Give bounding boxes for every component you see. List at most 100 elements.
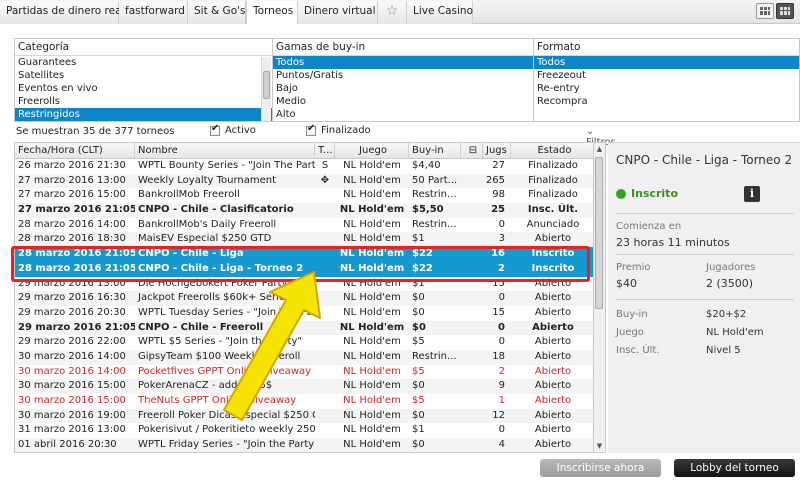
filter-header: Formato <box>534 39 799 56</box>
table-row[interactable]: 29 marzo 2016 13:00 Die Hochgebokert Poke… <box>15 277 593 292</box>
cell-buyin: $22 <box>412 248 433 260</box>
col-label: Jugs <box>486 145 507 156</box>
activo-checkbox[interactable]: Activo <box>210 123 256 136</box>
table-row[interactable]: 30 marzo 2016 19:00 Freeroll Poker Dicas … <box>15 408 593 424</box>
filter-option[interactable]: Medio <box>273 95 533 108</box>
col-fecha[interactable]: Fecha/Hora (CLT) <box>15 143 135 159</box>
table-scrollbar[interactable]: ▲ ▼ <box>594 142 606 453</box>
filter-option[interactable]: Eventos en vivo <box>15 82 272 95</box>
cell-juego: NL Hold'em <box>343 350 401 362</box>
col-estado[interactable]: Estado <box>511 143 593 159</box>
table-row[interactable]: 28 marzo 2016 14:00 BankrollMob's Daily F… <box>15 218 593 233</box>
table-row[interactable]: 30 marzo 2016 15:00 TheNuts GPPT Online G… <box>15 394 593 409</box>
filter-option[interactable]: Satellites <box>15 69 272 82</box>
filter-scrollbar[interactable] <box>261 57 271 121</box>
filter-panels: Categoría Guarantees Satellites Eventos … <box>14 38 800 122</box>
filter-option[interactable]: Freezeout <box>534 69 799 82</box>
cell-juego: NL Hold'em <box>339 204 405 216</box>
table-row[interactable]: 28 marzo 2016 21:05 CNPO - Chile - Liga NL… <box>15 247 593 262</box>
filter-option[interactable]: Puntos/Gratis <box>273 69 533 82</box>
filter-option-selected[interactable]: Todos <box>273 56 533 69</box>
cell-fecha: 29 marzo 2016 16:30 <box>18 292 126 304</box>
scroll-thumb[interactable] <box>263 71 270 99</box>
cell-estado: Abierto <box>534 380 572 392</box>
cell-jugs: 18 <box>492 350 505 362</box>
table-row[interactable]: 31 marzo 2016 13:00 Pokerisivut / Pokerit… <box>15 423 593 438</box>
table-row[interactable]: 01 abril 2016 20:30 WPTL Friday Series - … <box>15 438 593 452</box>
juego-label: Juego <box>616 327 644 338</box>
cell-juego: NL Hold'em <box>343 439 401 451</box>
cell-fecha: 29 marzo 2016 21:05 <box>18 321 135 333</box>
tab-dinero-virtual[interactable]: Dinero virtual <box>298 1 378 24</box>
filter-option-selected[interactable]: Restringidos <box>15 108 272 121</box>
list-view-button[interactable] <box>776 3 794 19</box>
cell-nombre: Die Hochgebokert Poker Party <box>138 277 288 289</box>
cell-estado: Abierto <box>534 306 572 318</box>
info-icon[interactable]: i <box>744 186 760 202</box>
table-row[interactable]: 29 marzo 2016 20:30 WPTL Tuesday Series -… <box>15 306 593 321</box>
table-row[interactable]: 28 marzo 2016 18:30 MaisEV Especial $250 … <box>15 232 593 248</box>
filter-option-selected[interactable]: Todos <box>534 56 799 69</box>
filter-option[interactable]: Alto <box>273 108 533 121</box>
table-row[interactable]: 30 marzo 2016 15:00 PokerArenaCZ - added … <box>15 379 593 394</box>
table-row[interactable]: 29 marzo 2016 21:05 CNPO - Chile - Freero… <box>15 320 593 336</box>
scroll-up-icon[interactable]: ▲ <box>594 143 605 155</box>
table-row[interactable]: 27 marzo 2016 15:00 BankrollMob Freeroll N… <box>15 188 593 203</box>
table-row[interactable]: 29 marzo 2016 16:30 Jackpot Freerolls $60… <box>15 291 593 306</box>
cell-nombre: CNPO - Chile - Clasificatorio <box>138 204 294 216</box>
col-buyin[interactable]: Buy-in <box>409 143 461 159</box>
scroll-down-icon[interactable]: ▼ <box>594 440 605 452</box>
col-tipo[interactable]: T... <box>315 143 335 159</box>
cell-jugs: 265 <box>485 174 505 186</box>
table-body: 26 marzo 2016 21:30 WPTL Bounty Series - … <box>15 159 593 452</box>
col-juego[interactable]: Juego <box>335 143 409 159</box>
checkbox-checked[interactable] <box>210 123 220 136</box>
col-buyin-toggle[interactable]: ⊟ <box>461 143 483 159</box>
tab-dinero-real[interactable]: Partidas de dinero real <box>0 1 124 24</box>
cell-jugs: 0 <box>498 336 505 348</box>
insc-label: Insc. Últ. <box>616 345 660 356</box>
tab-torneos[interactable]: Torneos <box>246 1 298 25</box>
table-row[interactable]: 27 marzo 2016 21:05 CNPO - Chile - Clasif… <box>15 203 593 218</box>
tab-fastforward[interactable]: fastforward <box>119 1 188 24</box>
finalizado-checkbox[interactable]: Finalizado <box>306 123 371 136</box>
filter-option[interactable]: Freerolls <box>15 95 272 108</box>
cell-estado: Abierto <box>534 292 572 304</box>
filter-header: Categoría <box>15 39 272 56</box>
cell-fecha: 28 marzo 2016 21:05 <box>18 248 135 260</box>
col-nombre[interactable]: Nombre <box>135 143 315 159</box>
table-row[interactable]: 29 marzo 2016 22:00 WPTL $5 Series - "Joi… <box>15 335 593 350</box>
tab-live-casino[interactable]: Live Casino <box>407 1 473 24</box>
col-jugs[interactable]: Jugs <box>483 143 511 159</box>
cell-jugs: 15 <box>492 277 505 289</box>
tournament-lobby-button[interactable]: Lobby del torneo <box>674 459 795 477</box>
table-row[interactable]: 27 marzo 2016 13:00 Weekly Loyalty Tourna… <box>15 173 593 189</box>
scroll-thumb[interactable] <box>595 157 603 309</box>
filter-option[interactable]: Recompra <box>534 95 799 108</box>
tab-sit-and-go[interactable]: Sit & Go's <box>188 1 246 24</box>
divider <box>616 213 794 214</box>
table-row[interactable]: 28 marzo 2016 21:05 CNPO - Chile - Liga -… <box>15 261 593 277</box>
bottom-bar: Inscribirse ahora Lobby del torneo <box>0 455 800 480</box>
cell-juego: NL Hold'em <box>343 306 401 318</box>
buyin-value: $20+$2 <box>706 309 747 320</box>
tab-favorites[interactable]: ☆ <box>378 1 407 24</box>
checkbox-label: Finalizado <box>321 125 371 136</box>
checkbox-checked[interactable] <box>306 123 316 136</box>
filter-option[interactable]: Guarantees <box>15 56 272 69</box>
table-row[interactable]: 30 marzo 2016 14:00 Pocketfives GPPT Onli… <box>15 365 593 380</box>
cell-fecha: 29 marzo 2016 13:00 <box>18 277 126 289</box>
filter-option[interactable]: Bajo <box>273 82 533 95</box>
register-now-button[interactable]: Inscribirse ahora <box>540 459 661 477</box>
cell-nombre: WPTL $5 Series - "Join the party" <box>138 336 302 348</box>
tab-label: Partidas de dinero real <box>6 5 125 17</box>
filter-header: Gamas de buy-in <box>273 39 533 56</box>
grid-view-button[interactable] <box>756 3 774 19</box>
detail-title: CNPO - Chile - Liga - Torneo 2 <box>616 153 793 167</box>
cell-estado: Abierto <box>534 233 572 245</box>
cell-estado: Abierto <box>534 350 572 362</box>
table-row[interactable]: 26 marzo 2016 21:30 WPTL Bounty Series - … <box>15 159 593 174</box>
filter-option[interactable]: Re-entry <box>534 82 799 95</box>
cell-nombre: WPTL Bounty Series - "Join The Party" <box>138 160 315 171</box>
table-row[interactable]: 30 marzo 2016 14:00 GipsyTeam $100 Weekly… <box>15 349 593 365</box>
